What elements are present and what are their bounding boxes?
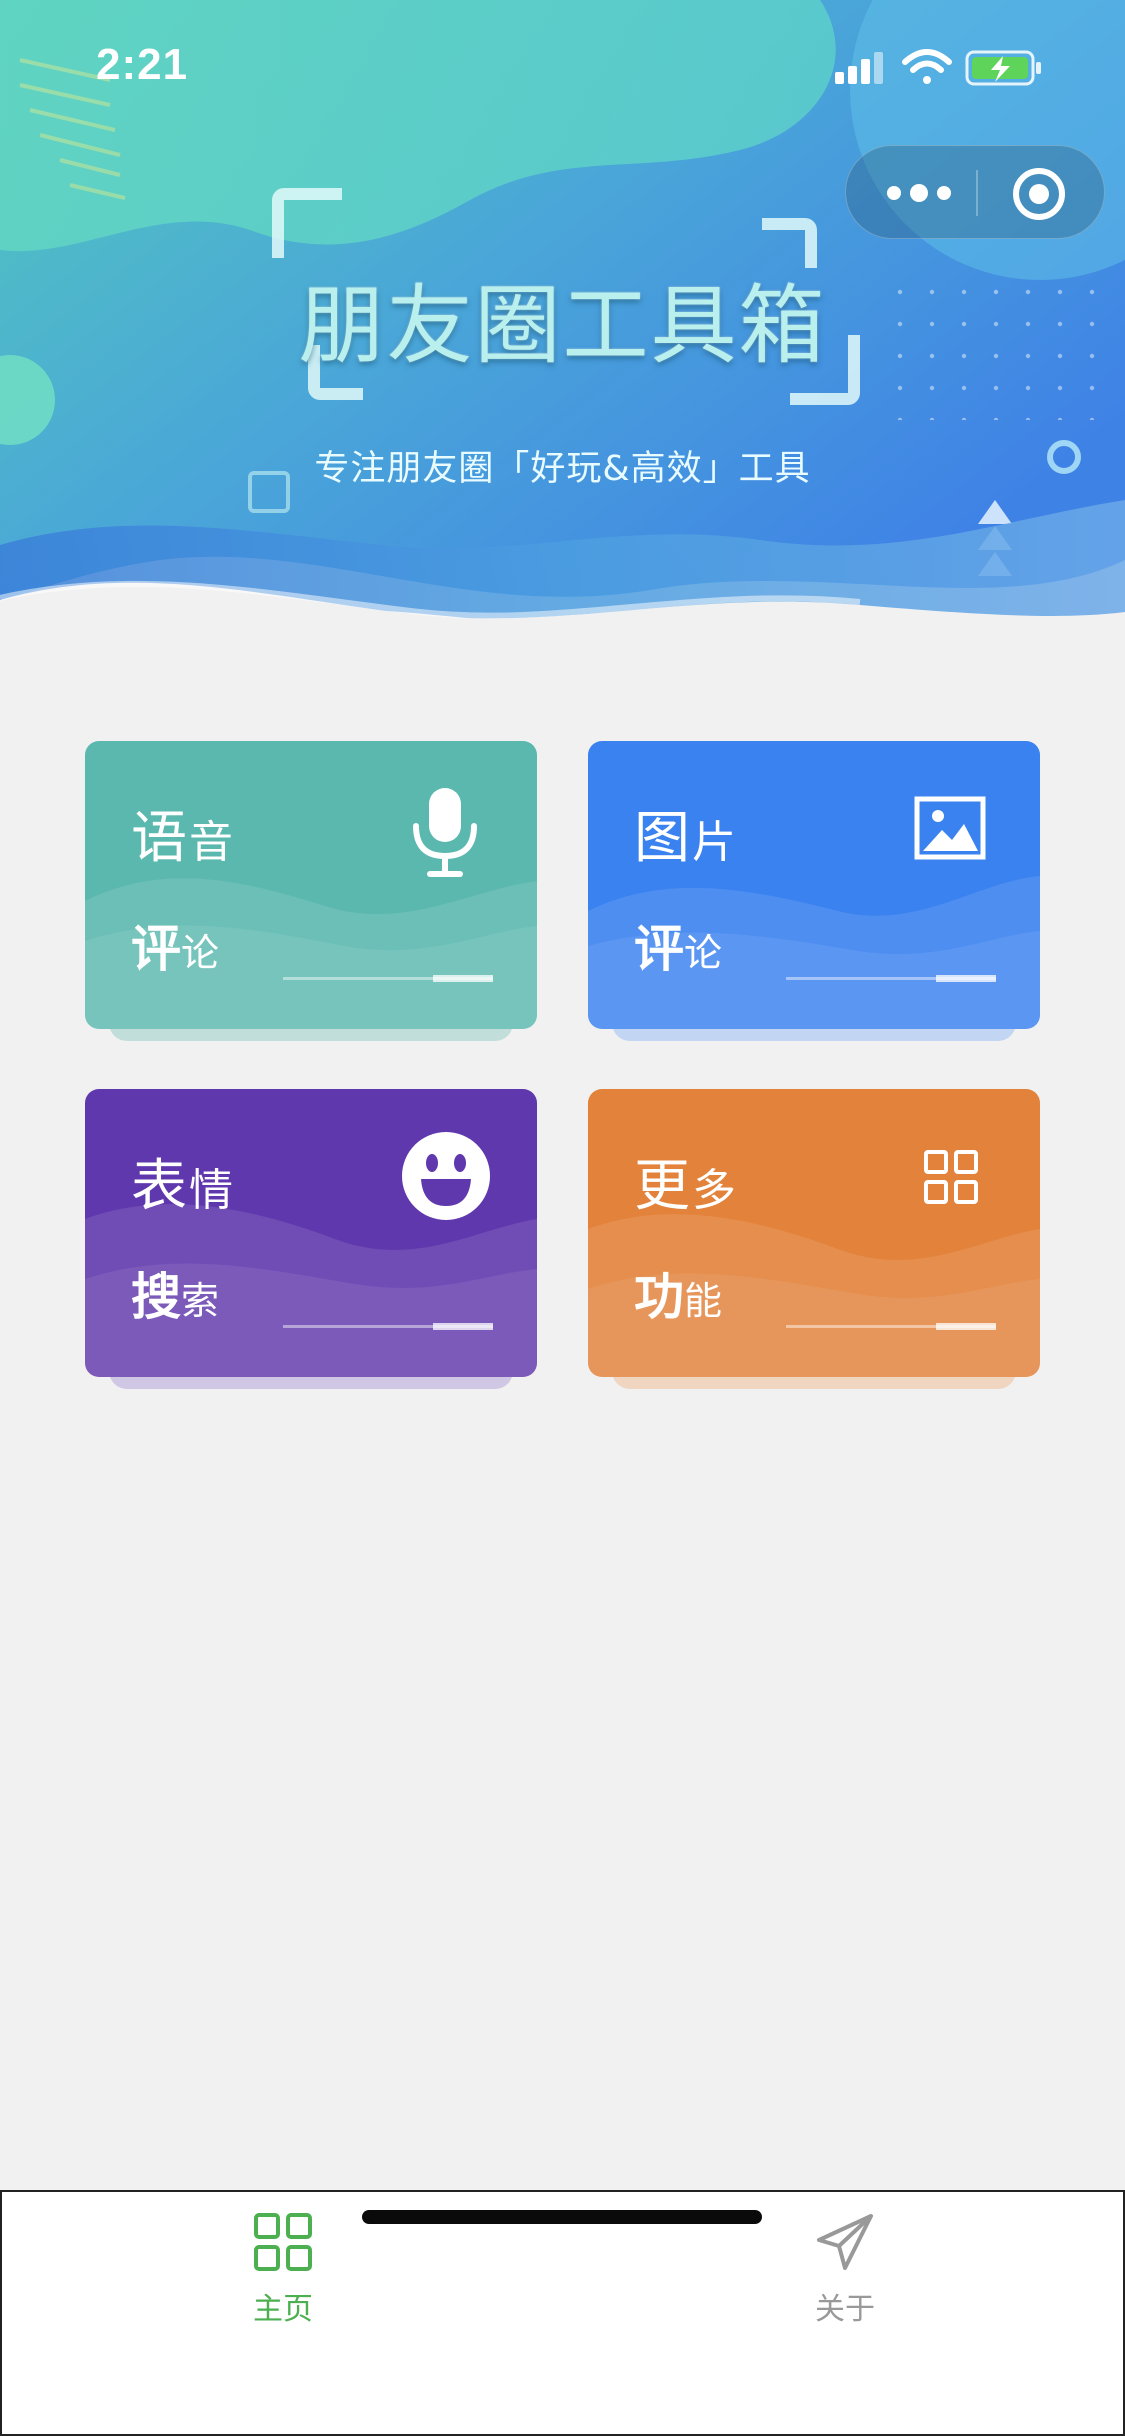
bracket-decoration: [272, 188, 342, 258]
status-icons: [835, 49, 1041, 86]
card-subtitle: 搜索: [131, 1268, 220, 1326]
card-subtitle: 评论: [131, 920, 220, 978]
image-icon: [914, 796, 986, 860]
card-subtitle: 评论: [634, 920, 723, 978]
card-title: 更多: [634, 1154, 738, 1219]
more-dots-icon[interactable]: [884, 173, 954, 213]
bottom-tab-bar: 主页 关于: [0, 2190, 1125, 2436]
grid-icon: [924, 1150, 978, 1204]
signal-icon: [835, 52, 883, 84]
card-title: 图片: [634, 806, 738, 871]
card-line-decoration: [786, 975, 996, 982]
status-time: 2:21: [96, 40, 189, 89]
card-title: 语音: [131, 806, 235, 871]
paper-plane-icon: [817, 2214, 873, 2270]
tab-home-label: 主页: [253, 2292, 313, 2327]
card-wave-decoration: [588, 1214, 1040, 1377]
card-title: 表情: [131, 1154, 235, 1219]
tab-about[interactable]: 关于: [745, 2212, 945, 2332]
miniprogram-capsule: [845, 145, 1105, 239]
image-comment-card[interactable]: 图片 评论: [588, 741, 1040, 1041]
wifi-icon: [902, 49, 952, 84]
voice-comment-card[interactable]: 语音 评论: [85, 741, 537, 1041]
card-wave-decoration: [588, 876, 1040, 1029]
tab-about-label: 关于: [815, 2292, 875, 2327]
header-banner: 2:21 朋友圈工具箱 专注朋友圈「好玩&高效」工具: [0, 0, 1125, 680]
page-subtitle: 专注朋友圈「好玩&高效」工具: [314, 449, 811, 489]
smiley-icon: [402, 1132, 490, 1220]
microphone-icon: [413, 788, 477, 877]
page-title: 朋友圈工具箱: [298, 276, 827, 376]
target-close-icon[interactable]: [1011, 166, 1067, 222]
sticker-search-card[interactable]: 表情 搜索: [85, 1089, 537, 1389]
card-wave-decoration: [85, 878, 537, 1029]
capsule-divider: [976, 170, 978, 216]
home-grid-icon: [254, 2213, 312, 2271]
card-line-decoration: [283, 1323, 493, 1330]
card-line-decoration: [283, 975, 493, 982]
card-line-decoration: [786, 1323, 996, 1330]
tab-home[interactable]: 主页: [183, 2212, 383, 2332]
card-subtitle: 功能: [634, 1268, 723, 1326]
more-features-card[interactable]: 更多 功能: [588, 1089, 1040, 1389]
home-indicator: [362, 2210, 762, 2224]
battery-icon: [965, 50, 1041, 86]
